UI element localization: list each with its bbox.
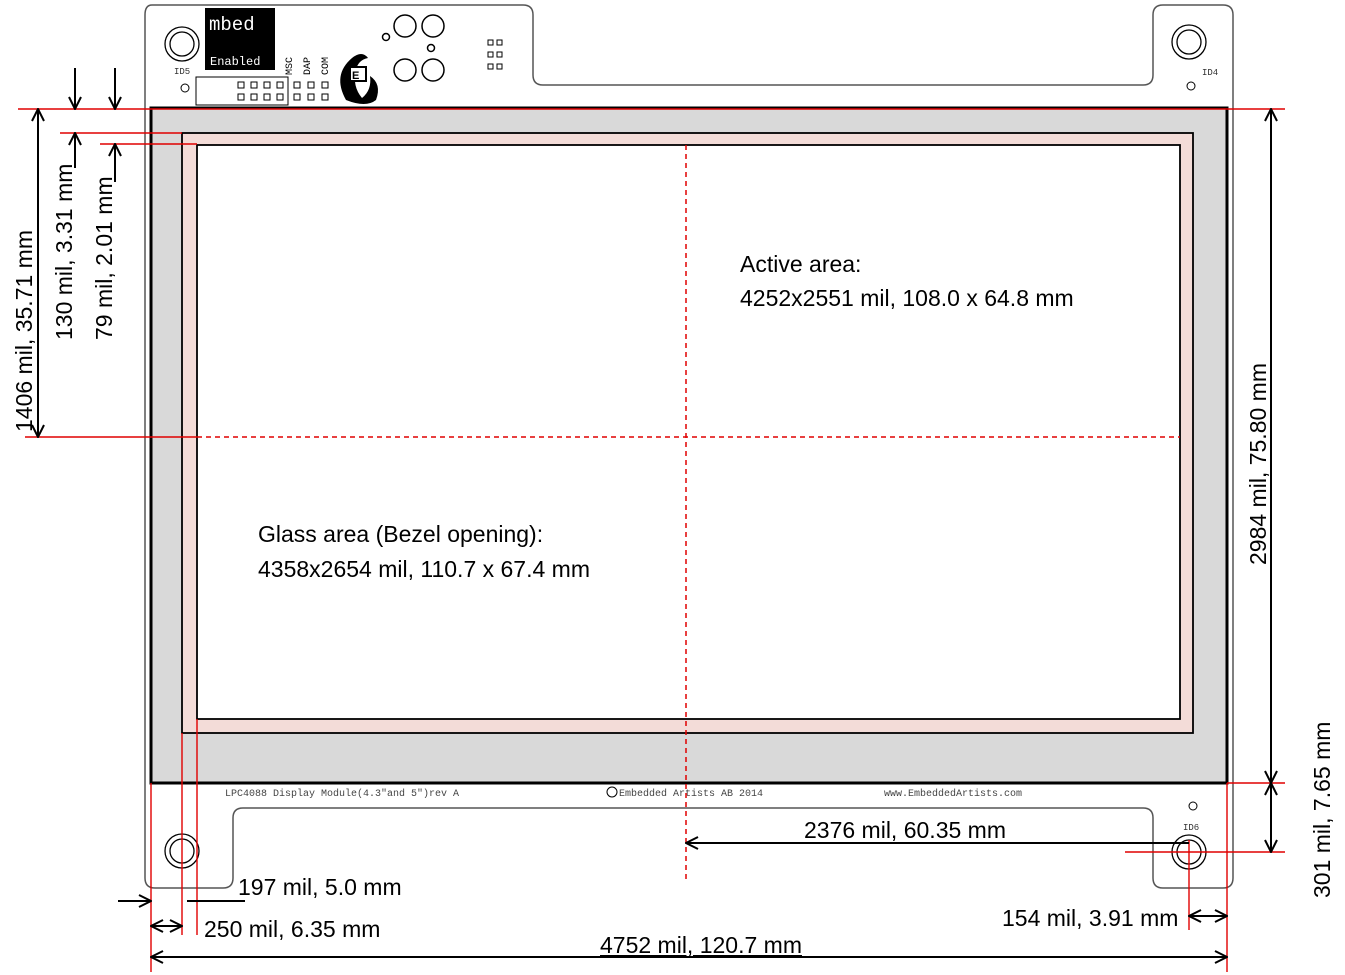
active-area-title: Active area: <box>740 251 861 277</box>
active-area <box>196 144 1181 720</box>
website-label: www.EmbeddedArtists.com <box>884 788 1022 800</box>
dim-total-width: 4752 mil, 120.7 mm <box>600 932 802 958</box>
dim-panel-height: 2984 mil, 75.80 mm <box>1245 363 1271 565</box>
header-label-com: COM <box>321 57 332 75</box>
mbed-logo-subtext: Enabled <box>210 55 260 69</box>
id-label-top-right: ID4 <box>1202 68 1218 78</box>
dim-left-to-active: 197 mil, 5.0 mm <box>238 874 402 900</box>
svg-text:E: E <box>352 70 359 82</box>
dim-bottom-to-hole: 301 mil, 7.65 mm <box>1309 722 1335 898</box>
id-label-bottom-right: ID6 <box>1183 823 1199 833</box>
header-label-dap: DAP <box>303 57 314 75</box>
dim-top-to-center: 1406 mil, 35.71 mm <box>11 230 37 432</box>
drawing-canvas: { "pcb_labels": { "mbed_logo": "mbed", "… <box>0 0 1345 975</box>
dim-hole-center-x: 2376 mil, 60.35 mm <box>804 817 1006 843</box>
dim-top-to-active: 79 mil, 2.01 mm <box>91 176 117 340</box>
copyright-label: Embedded Artists AB 2014 <box>619 788 763 800</box>
dim-top-to-glass: 130 mil, 3.31 mm <box>51 164 77 340</box>
mbed-logo-text: mbed <box>209 14 255 36</box>
glass-area-title: Glass area (Bezel opening): <box>258 521 543 547</box>
glass-area-value: 4358x2654 mil, 110.7 x 67.4 mm <box>258 556 590 582</box>
dim-hole-offset-right: 154 mil, 3.91 mm <box>1002 905 1178 931</box>
module-name-label: LPC4088 Display Module(4.3"and 5")rev A <box>225 788 459 800</box>
header-label-msc: MSC <box>285 57 296 75</box>
active-area-value: 4252x2551 mil, 108.0 x 64.8 mm <box>740 285 1074 311</box>
dim-left-to-glass: 250 mil, 6.35 mm <box>204 916 380 942</box>
mechanical-drawing: mbed Enabled MSC DAP COM E ID5 ID4 ID6 L… <box>11 4 1335 972</box>
id-label-top-left: ID5 <box>174 67 190 77</box>
